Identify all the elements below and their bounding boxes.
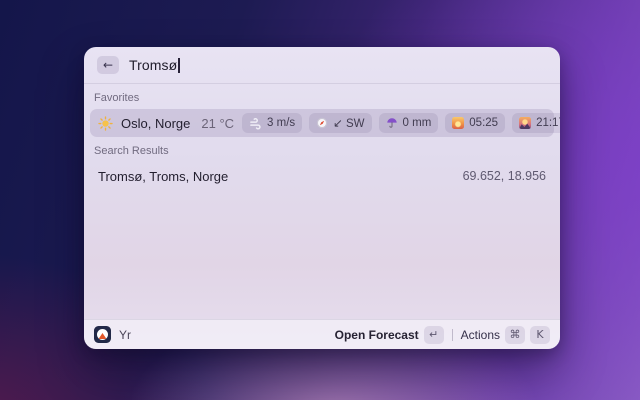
sunset-icon xyxy=(519,117,532,129)
text-cursor xyxy=(178,57,180,73)
favorite-title: Oslo, Norge xyxy=(121,115,191,131)
section-header-search-results: Search Results xyxy=(94,145,169,157)
wind-icon xyxy=(249,117,262,130)
footer-divider xyxy=(451,328,453,341)
precipitation-badge: 0 mm xyxy=(378,113,439,133)
actions-menu-button[interactable]: Actions ⌘ K xyxy=(461,325,550,344)
result-title: Tromsø, Troms, Norge xyxy=(98,168,229,184)
k-key-badge: K xyxy=(530,325,550,344)
sunrise-icon xyxy=(452,117,465,129)
open-forecast-action[interactable]: Open Forecast ↵ xyxy=(335,325,444,344)
search-bar: ← Tromsø xyxy=(84,47,560,84)
sun-icon xyxy=(98,115,113,131)
section-header-favorites: Favorites xyxy=(94,92,140,104)
back-button[interactable]: ← xyxy=(97,56,119,74)
sunset-badge: 21:17 xyxy=(512,113,560,133)
results-list: Favorites Oslo, Norge 21 °C 3 m/s ↙ SW 0… xyxy=(84,84,560,319)
search-value: Tromsø xyxy=(129,57,178,73)
list-item-tromso[interactable]: Tromsø, Troms, Norge 69.652, 18.956 xyxy=(90,162,554,190)
sunrise-badge: 05:25 xyxy=(445,113,506,133)
wind-direction-badge: ↙ SW xyxy=(309,113,372,133)
result-coordinates: 69.652, 18.956 xyxy=(462,169,546,183)
favorite-temperature: 21 °C xyxy=(201,115,235,131)
list-item-oslo[interactable]: Oslo, Norge 21 °C 3 m/s ↙ SW 0 mm 05:25 … xyxy=(90,109,560,137)
return-key-badge: ↵ xyxy=(423,325,444,344)
back-arrow-icon: ← xyxy=(102,58,114,72)
launcher-window: ← Tromsø Favorites Oslo, Norge 21 °C 3 m… xyxy=(84,47,560,349)
wind-speed-badge: 3 m/s xyxy=(242,113,303,133)
umbrella-icon xyxy=(386,117,398,129)
footer-actions: Open Forecast ↵ Actions ⌘ K xyxy=(335,325,550,344)
app-name: Yr xyxy=(119,327,131,342)
footer-bar: Yr Open Forecast ↵ Actions ⌘ K xyxy=(84,319,560,349)
command-key-badge: ⌘ xyxy=(505,325,525,344)
compass-icon xyxy=(316,117,328,129)
search-input[interactable]: Tromsø xyxy=(129,57,180,73)
yr-app-icon xyxy=(94,326,111,343)
favorite-accessories: 3 m/s ↙ SW 0 mm 05:25 21:1 xyxy=(242,113,560,133)
